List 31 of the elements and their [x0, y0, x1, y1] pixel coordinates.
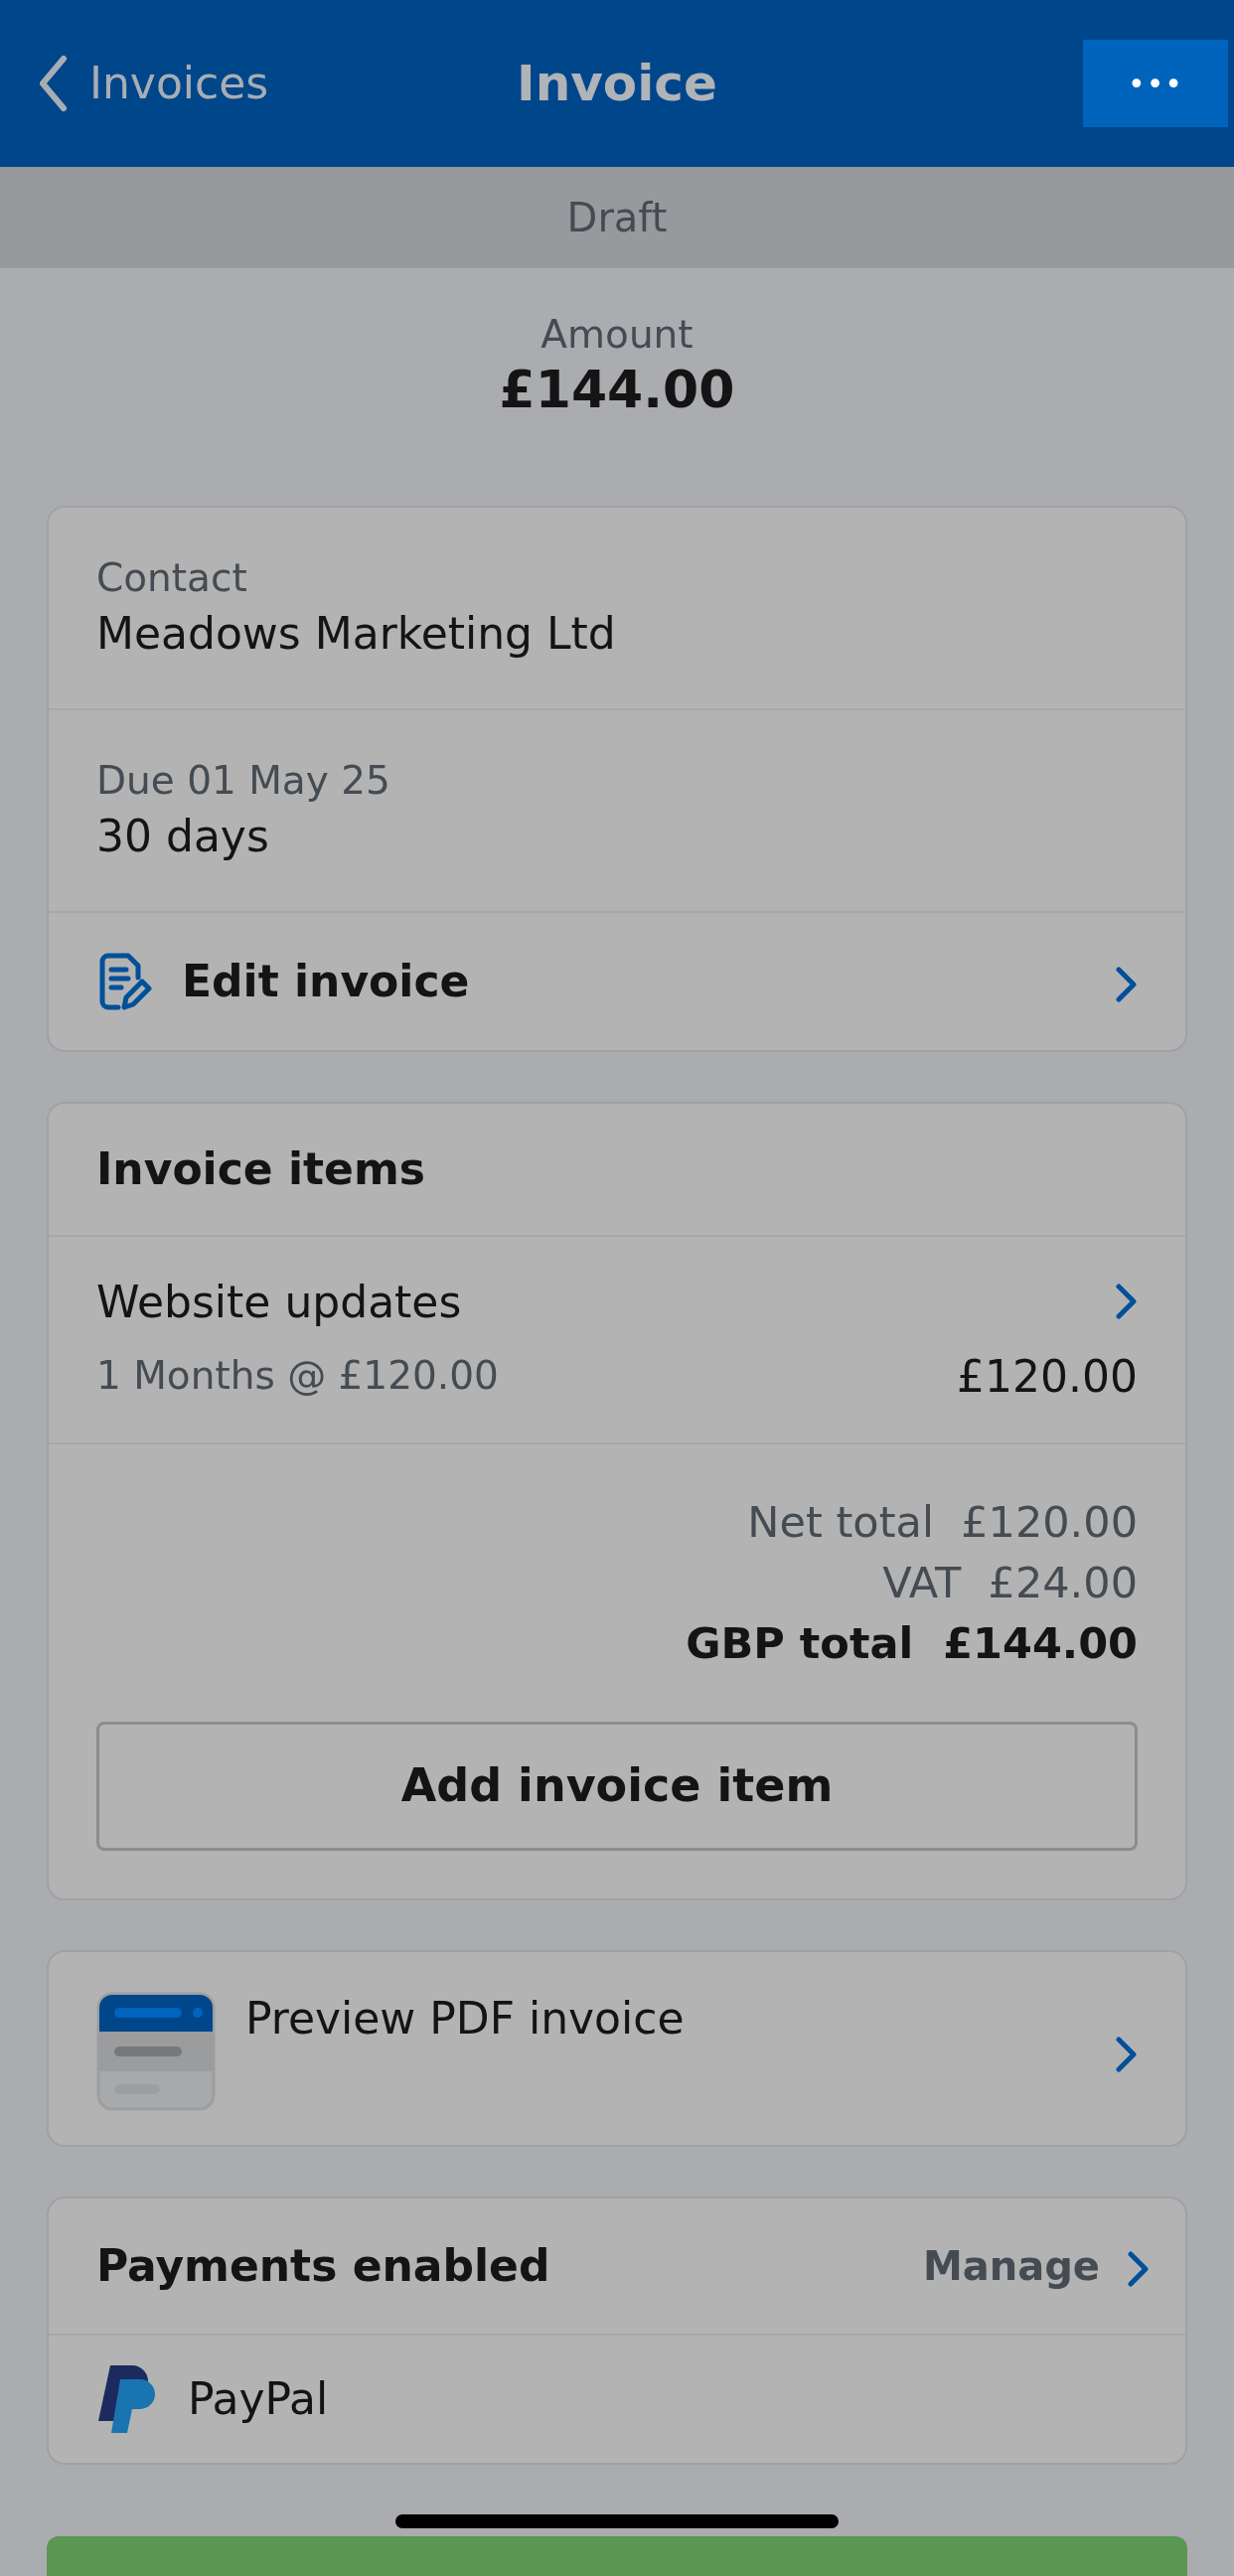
back-icon	[38, 55, 68, 112]
item-name: Website updates	[96, 1275, 462, 1329]
payment-logo-icon	[96, 2362, 158, 2435]
field-label: Contact	[96, 554, 248, 603]
more-button[interactable]: •••	[1083, 40, 1228, 127]
chevron-icon	[1116, 2036, 1138, 2072]
invoice-item-row[interactable]: Website updates 1 Months @ £120.00 £120.00	[49, 1236, 1185, 1444]
field-value: Meadows Marketing Ltd	[96, 606, 617, 661]
payment-method: PayPal	[188, 2371, 329, 2426]
chevron-icon	[1116, 1284, 1138, 1320]
total-line: GBP total £144.00	[686, 1617, 1138, 1668]
section-title: Payments enabled	[96, 2238, 550, 2293]
preview-pdf-link[interactable]: Preview PDF invoice	[49, 1951, 1185, 2145]
chevron-icon	[1128, 2250, 1150, 2287]
screen-title: Invoice	[517, 54, 717, 112]
total-line: Net total £120.00	[747, 1496, 1138, 1547]
amount-value: £144.00	[498, 358, 736, 421]
amount-label: Amount	[540, 312, 694, 359]
manage-link[interactable]: Manage	[922, 2235, 1150, 2296]
field-value: 30 days	[96, 809, 270, 863]
document-preview-icon	[96, 1991, 216, 2111]
add-item-button[interactable]: Add invoice item	[96, 1721, 1138, 1851]
back-button[interactable]: Invoices	[38, 51, 269, 116]
section-title: Invoice items	[96, 1142, 426, 1197]
edit-invoice-link[interactable]: Edit invoice	[49, 913, 1185, 1051]
field-label: Due 01 May 25	[96, 757, 391, 806]
chevron-icon	[1116, 967, 1138, 1003]
status-text: Draft	[566, 194, 668, 242]
item-amount: £120.00	[957, 1350, 1138, 1405]
total-line: VAT £24.00	[882, 1557, 1138, 1607]
item-detail: 1 Months @ £120.00	[96, 1352, 499, 1401]
